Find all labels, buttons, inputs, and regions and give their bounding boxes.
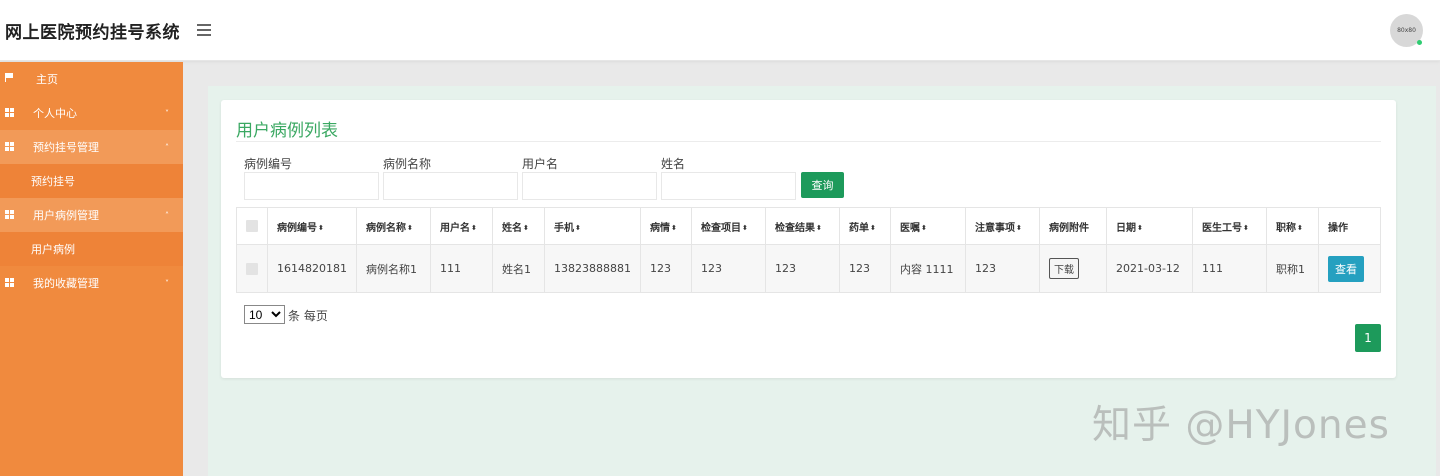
- cell-advice: 内容 1111: [890, 244, 966, 293]
- sort-icon: ⬍: [816, 223, 822, 232]
- flag-icon: [5, 73, 13, 82]
- row-select-cell: [236, 244, 268, 293]
- case-no-input[interactable]: [244, 172, 379, 200]
- grid-icon: [5, 278, 14, 287]
- filter-label-name: 姓名: [661, 157, 686, 171]
- cell-notes: 123: [965, 244, 1040, 293]
- cell-case-name: 病例名称1: [356, 244, 431, 293]
- chevron-down-icon: ˅: [165, 278, 169, 288]
- cell-attachment: 下载: [1039, 244, 1107, 293]
- select-all-checkbox[interactable]: [246, 220, 258, 232]
- column-header[interactable]: 医生工号⬍: [1192, 207, 1267, 245]
- filter-label-case-no: 病例编号: [244, 157, 293, 171]
- cell-condition: 123: [640, 244, 692, 293]
- cell-case-no: 1614820181: [267, 244, 357, 293]
- username-input[interactable]: [522, 172, 657, 200]
- column-header[interactable]: 手机⬍: [544, 207, 641, 245]
- cell-doctor-id: 111: [1192, 244, 1267, 293]
- cell-prescription: 123: [839, 244, 891, 293]
- column-header[interactable]: 职称⬍: [1266, 207, 1319, 245]
- chevron-up-icon: ˄: [165, 142, 169, 152]
- sidebar-item-favorites-management[interactable]: 我的收藏管理 ˅: [0, 266, 183, 300]
- sidebar-item-label: 我的收藏管理: [33, 277, 99, 290]
- column-header[interactable]: 病例名称⬍: [356, 207, 431, 245]
- filter-label-username: 用户名: [522, 157, 559, 171]
- page-size-label: 条 每页: [288, 309, 328, 323]
- column-header[interactable]: 用户名⬍: [430, 207, 493, 245]
- cell-exam-items: 123: [691, 244, 766, 293]
- app-title: 网上医院预约挂号系统: [5, 23, 180, 43]
- sidebar: 主页 个人中心 ˅ 预约挂号管理 ˄ 预约挂号 用户病例管理 ˄ 用户病例 我的…: [0, 62, 183, 476]
- sort-icon: ⬍: [1137, 223, 1143, 232]
- column-header[interactable]: 病情⬍: [640, 207, 692, 245]
- sidebar-subitem-label: 用户病例: [31, 243, 75, 256]
- grid-icon: [5, 142, 14, 151]
- sidebar-item-case-management[interactable]: 用户病例管理 ˄: [0, 198, 183, 232]
- column-header[interactable]: 日期⬍: [1106, 207, 1193, 245]
- grid-icon: [5, 210, 14, 219]
- online-status-dot: [1417, 40, 1422, 45]
- column-header[interactable]: 检查结果⬍: [765, 207, 840, 245]
- sidebar-subitem-label: 预约挂号: [31, 175, 75, 188]
- column-header[interactable]: 药单⬍: [839, 207, 891, 245]
- sidebar-subitem-user-cases[interactable]: 用户病例: [0, 232, 183, 266]
- page-size-select[interactable]: 10: [244, 305, 285, 324]
- filter-label-case-name: 病例名称: [383, 157, 432, 171]
- case-name-input[interactable]: [383, 172, 518, 200]
- sidebar-item-label: 预约挂号管理: [33, 141, 99, 154]
- page-title: 用户病例列表: [236, 121, 338, 141]
- select-all-header: [236, 207, 268, 245]
- sort-icon: ⬍: [870, 223, 876, 232]
- cell-title: 职称1: [1266, 244, 1319, 293]
- sort-icon: ⬍: [671, 223, 677, 232]
- row-checkbox[interactable]: [246, 263, 258, 275]
- table-header-row: 病例编号⬍ 病例名称⬍ 用户名⬍ 姓名⬍ 手机⬍ 病情⬍ 检查项目⬍ 检查结果⬍…: [236, 207, 1381, 245]
- cell-date: 2021-03-12: [1106, 244, 1193, 293]
- cell-name: 姓名1: [492, 244, 545, 293]
- sort-icon: ⬍: [523, 223, 529, 232]
- divider: [236, 141, 1381, 142]
- sidebar-item-label: 用户病例管理: [33, 209, 99, 222]
- sort-icon: ⬍: [1297, 223, 1303, 232]
- column-header[interactable]: 医嘱⬍: [890, 207, 966, 245]
- sidebar-item-label: 主页: [36, 73, 58, 86]
- column-header[interactable]: 注意事项⬍: [965, 207, 1040, 245]
- chevron-down-icon: ˅: [165, 108, 169, 118]
- view-button[interactable]: 查看: [1328, 255, 1364, 282]
- sidebar-item-home[interactable]: 主页: [0, 62, 183, 96]
- column-header[interactable]: 姓名⬍: [492, 207, 545, 245]
- page-button-current[interactable]: 1: [1355, 324, 1381, 352]
- sidebar-item-personal-center[interactable]: 个人中心 ˅: [0, 96, 183, 130]
- column-header[interactable]: 病例编号⬍: [267, 207, 357, 245]
- column-header[interactable]: 检查项目⬍: [691, 207, 766, 245]
- sort-icon: ⬍: [318, 223, 324, 232]
- sidebar-item-appointment-management[interactable]: 预约挂号管理 ˄: [0, 130, 183, 164]
- grid-icon: [5, 108, 14, 117]
- sort-icon: ⬍: [575, 223, 581, 232]
- sort-icon: ⬍: [1243, 223, 1249, 232]
- column-header: 病例附件: [1039, 207, 1107, 245]
- cell-exam-results: 123: [765, 244, 840, 293]
- top-header: 网上医院预约挂号系统 80x80: [0, 0, 1440, 61]
- cell-phone: 13823888881: [544, 244, 641, 293]
- hamburger-menu-icon[interactable]: [197, 24, 211, 36]
- search-button[interactable]: 查询: [801, 172, 844, 198]
- download-button[interactable]: 下载: [1049, 258, 1079, 279]
- table-row: 1614820181 病例名称1 111 姓名1 13823888881 123…: [236, 244, 1381, 293]
- sidebar-item-label: 个人中心: [33, 107, 77, 120]
- sort-icon: ⬍: [742, 223, 748, 232]
- sort-icon: ⬍: [1016, 223, 1022, 232]
- column-header: 操作: [1318, 207, 1381, 245]
- sidebar-subitem-appointment[interactable]: 预约挂号: [0, 164, 183, 198]
- cell-username: 111: [430, 244, 493, 293]
- sort-icon: ⬍: [471, 223, 477, 232]
- sort-icon: ⬍: [407, 223, 413, 232]
- name-input[interactable]: [661, 172, 796, 200]
- case-table: 病例编号⬍ 病例名称⬍ 用户名⬍ 姓名⬍ 手机⬍ 病情⬍ 检查项目⬍ 检查结果⬍…: [236, 207, 1381, 293]
- case-list-card: 用户病例列表 病例编号 病例名称 用户名 姓名 查询 病例编号⬍ 病例名称⬍ 用…: [221, 100, 1396, 378]
- cell-actions: 查看: [1318, 244, 1381, 293]
- watermark: 知乎 @HYJones: [1092, 403, 1390, 448]
- sort-icon: ⬍: [921, 223, 927, 232]
- chevron-up-icon: ˄: [165, 210, 169, 220]
